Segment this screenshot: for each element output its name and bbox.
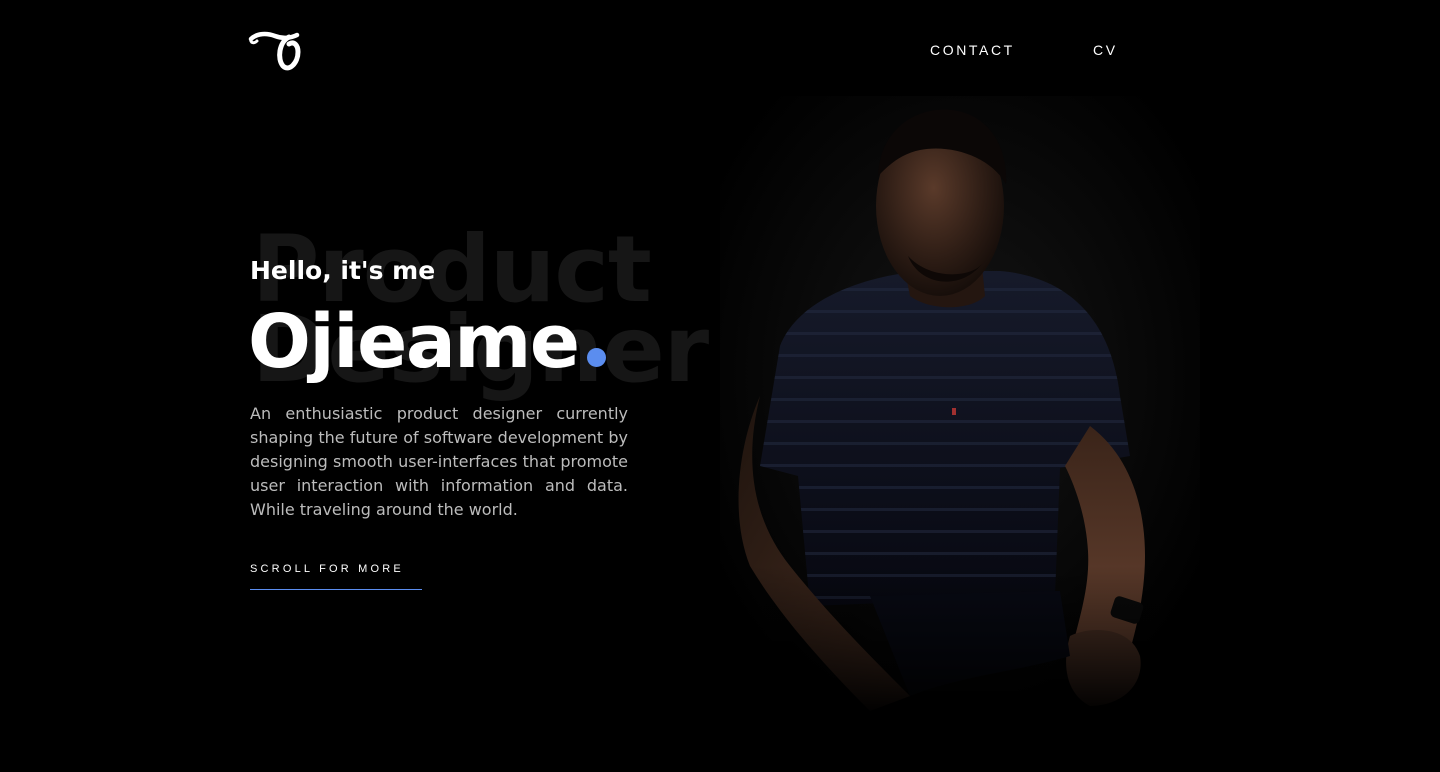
hero-name-text: Ojieame xyxy=(248,299,580,385)
nav-contact-link[interactable]: CONTACT xyxy=(930,42,1015,58)
portrait-illustration xyxy=(720,96,1200,716)
portrait-photo xyxy=(720,96,1200,716)
nav-cv-link[interactable]: CV xyxy=(1093,42,1118,58)
accent-dot-icon xyxy=(586,348,606,367)
scroll-for-more-link[interactable]: SCROLL FOR MORE xyxy=(250,563,422,590)
hero-greeting: Hello, it's me xyxy=(250,256,436,285)
scroll-underline xyxy=(250,589,422,590)
hero-name: Ojieame xyxy=(248,294,606,390)
hero-bio: An enthusiastic product designer current… xyxy=(250,404,628,519)
main-nav: CONTACT CV xyxy=(0,42,1440,62)
scroll-for-more-label: SCROLL FOR MORE xyxy=(250,563,404,575)
